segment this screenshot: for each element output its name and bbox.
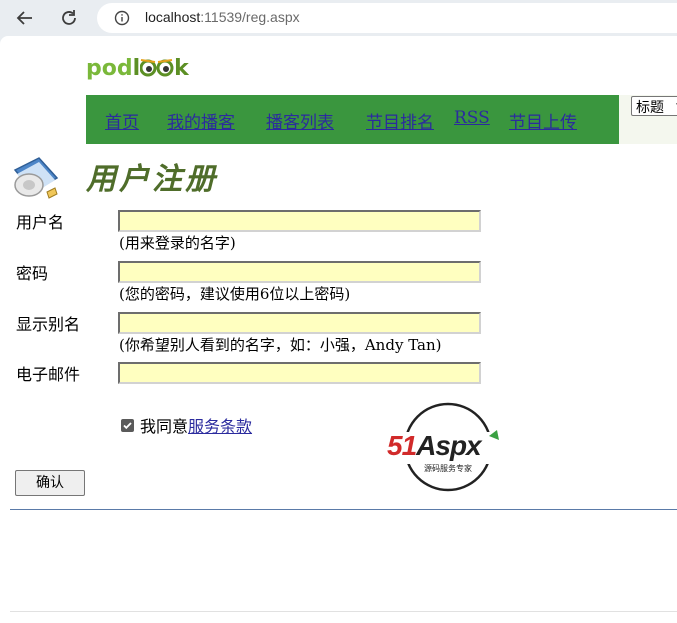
arrow-left-icon xyxy=(16,11,32,25)
password-hint: (您的密码，建议使用6位以上密码) xyxy=(119,285,351,303)
podlook-logo[interactable]: podl k xyxy=(86,56,189,81)
search-field-select[interactable]: 标题▼ xyxy=(631,96,677,116)
nav-item-ranking[interactable]: 节目排名 xyxy=(366,108,434,133)
back-button[interactable] xyxy=(14,7,36,29)
51aspx-logo: 51Aspx 源码服务专家 xyxy=(385,402,515,492)
email-input[interactable] xyxy=(118,362,481,384)
email-label: 电子邮件 xyxy=(16,365,81,384)
page-title: 用户注册 xyxy=(86,162,218,197)
main-nav: 首页 我的播客 播客列表 节目排名 RSS 节目上传 xyxy=(86,95,619,144)
logo-eyes-icon xyxy=(139,59,174,77)
username-label: 用户名 xyxy=(16,213,65,232)
password-label: 密码 xyxy=(16,264,49,283)
brand-text: 51Aspx xyxy=(387,430,483,461)
nav-item-upload[interactable]: 节目上传 xyxy=(509,108,577,133)
browser-chrome: localhost:11539/reg.aspx xyxy=(0,0,677,36)
divider xyxy=(10,509,677,510)
username-hint: (用来登录的名字) xyxy=(119,234,236,252)
checkmark-icon xyxy=(123,421,132,429)
url-text: localhost:11539/reg.aspx xyxy=(145,9,300,25)
display-name-label: 显示别名 xyxy=(16,315,81,334)
terms-link[interactable]: 服务条款 xyxy=(188,413,252,437)
nav-item-my-podcast[interactable]: 我的播客 xyxy=(167,108,235,133)
terms-agreement: 我同意 服务条款 xyxy=(121,413,252,437)
nav-item-rss[interactable]: RSS xyxy=(454,108,490,128)
footer xyxy=(300,616,677,623)
display-name-input[interactable] xyxy=(118,312,481,334)
address-bar[interactable]: localhost:11539/reg.aspx xyxy=(97,3,677,33)
agree-text: 我同意 xyxy=(140,417,189,436)
brand-subtext: 源码服务专家 xyxy=(424,463,472,473)
reload-button[interactable] xyxy=(58,7,80,29)
nav-item-home[interactable]: 首页 xyxy=(105,108,139,133)
username-input[interactable] xyxy=(118,210,481,232)
info-icon[interactable] xyxy=(114,10,130,26)
user-register-icon xyxy=(13,157,59,199)
agree-checkbox[interactable] xyxy=(121,418,134,432)
footer-divider xyxy=(10,611,677,612)
reload-icon xyxy=(62,10,76,25)
submit-button[interactable]: 确认 xyxy=(15,470,85,496)
nav-item-podcast-list[interactable]: 播客列表 xyxy=(266,108,334,133)
display-name-hint: (你希望别人看到的名字，如：小强，Andy Tan) xyxy=(119,336,442,354)
password-input[interactable] xyxy=(118,261,481,283)
page: podlk 首页 我的播客 播客列表 节目排名 RSS 节目上传 标题▼ 用户注… xyxy=(0,36,677,623)
